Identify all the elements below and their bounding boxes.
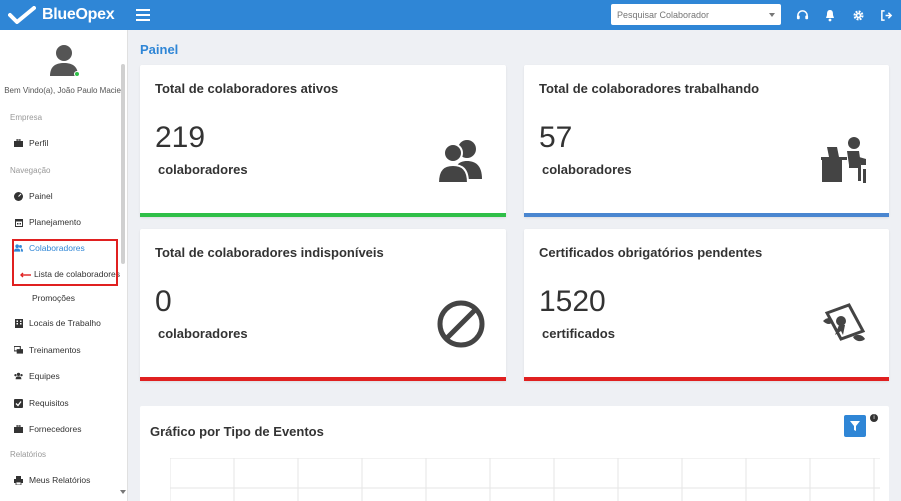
menu-toggle-icon[interactable] xyxy=(136,9,150,21)
sidebar-item-perfil[interactable]: Perfil xyxy=(14,138,48,148)
card-unit: colaboradores xyxy=(158,162,248,177)
checkbox-icon xyxy=(14,398,23,408)
card-value: 0 xyxy=(155,285,172,318)
sidebar-item-equipes[interactable]: Equipes xyxy=(14,371,60,381)
card-value: 57 xyxy=(539,121,573,154)
events-chart-card: Gráfico por Tipo de Eventos i xyxy=(140,406,889,501)
sidebar-item-requisitos[interactable]: Requisitos xyxy=(14,398,69,408)
dashboard-icon xyxy=(14,191,23,201)
sidebar-item-label: Planejamento xyxy=(29,217,81,227)
top-bar: BlueOpex xyxy=(0,0,901,30)
ban-icon xyxy=(437,300,485,348)
page-title: Painel xyxy=(140,42,179,57)
card-unit: colaboradores xyxy=(542,162,632,177)
sidebar-item-label: Locais de Trabalho xyxy=(29,318,101,328)
scroll-down-arrow-icon[interactable] xyxy=(120,490,126,494)
bell-icon[interactable] xyxy=(823,8,837,22)
sidebar-subitem-promocoes[interactable]: Promoções xyxy=(32,293,75,303)
sidebar-item-label: Fornecedores xyxy=(29,424,82,434)
briefcase-icon xyxy=(14,139,23,148)
card-unavailable-collaborators: Total de colaboradores indisponíveis 0 c… xyxy=(140,229,506,381)
sidebar-item-label: Treinamentos xyxy=(29,345,81,355)
search-collaborator-select[interactable] xyxy=(611,4,781,25)
sidebar-item-label: Meus Relatórios xyxy=(29,475,91,485)
section-navegacao: Navegação xyxy=(10,166,51,175)
highlight-annotation xyxy=(12,239,118,286)
card-pending-certificates: Certificados obrigatórios pendentes 1520… xyxy=(524,229,889,381)
section-empresa: Empresa xyxy=(10,113,43,122)
sidebar-item-relatorios[interactable]: Meus Relatórios xyxy=(14,475,90,485)
brand-name: BlueOpex xyxy=(42,6,115,23)
calendar-icon xyxy=(14,218,23,227)
sidebar-item-painel[interactable]: Painel xyxy=(14,191,53,201)
sidebar-item-label: Painel xyxy=(29,191,53,201)
printer-icon xyxy=(14,475,23,485)
online-status-dot xyxy=(73,71,80,77)
sidebar-item-label: Equipes xyxy=(29,371,60,381)
card-status-bar xyxy=(524,213,889,217)
card-unit: certificados xyxy=(542,326,615,341)
card-value: 1520 xyxy=(539,285,606,318)
briefcase-icon xyxy=(14,425,23,434)
search-input[interactable] xyxy=(617,9,757,20)
sidebar-item-locais[interactable]: Locais de Trabalho xyxy=(14,318,101,328)
chart-grid xyxy=(170,458,880,501)
sidebar: Bem Vindo(a), João Paulo Maciel Empresa … xyxy=(0,30,128,501)
sidebar-item-label: Requisitos xyxy=(29,398,69,408)
card-unit: colaboradores xyxy=(158,326,248,341)
welcome-text: Bem Vindo(a), João Paulo Maciel xyxy=(4,86,123,95)
presentation-icon xyxy=(14,346,23,355)
card-status-bar xyxy=(524,377,889,381)
card-status-bar xyxy=(140,213,506,217)
card-active-collaborators: Total de colaboradores ativos 219 colabo… xyxy=(140,65,506,217)
card-status-bar xyxy=(140,377,506,381)
team-icon xyxy=(14,372,23,381)
sidebar-item-fornecedores[interactable]: Fornecedores xyxy=(14,424,81,434)
brand-logo-icon xyxy=(8,6,36,24)
logout-icon[interactable] xyxy=(879,8,893,22)
card-title: Total de colaboradores trabalhando xyxy=(539,81,760,96)
sidebar-item-planejamento[interactable]: Planejamento xyxy=(14,217,81,227)
building-icon xyxy=(14,318,23,328)
info-icon[interactable]: i xyxy=(870,414,878,422)
card-title: Certificados obrigatórios pendentes xyxy=(539,245,763,260)
avatar[interactable] xyxy=(46,42,82,78)
sidebar-scrollbar[interactable] xyxy=(121,64,125,264)
card-value: 219 xyxy=(155,121,206,154)
sidebar-item-treinamentos[interactable]: Treinamentos xyxy=(14,345,81,355)
header-actions xyxy=(795,0,893,30)
card-working-collaborators: Total de colaboradores trabalhando 57 co… xyxy=(524,65,889,217)
certificate-icon xyxy=(823,303,866,342)
sidebar-item-label: Perfil xyxy=(29,138,49,148)
section-relatorios: Relatórios xyxy=(10,450,47,459)
chart-title: Gráfico por Tipo de Eventos xyxy=(150,424,324,439)
card-title: Total de colaboradores indisponíveis xyxy=(155,245,384,260)
brand[interactable]: BlueOpex xyxy=(0,0,128,30)
filter-icon xyxy=(850,421,860,431)
users-icon xyxy=(436,140,482,184)
filter-button[interactable] xyxy=(844,415,866,437)
headset-icon[interactable] xyxy=(795,8,809,22)
worker-desk-icon xyxy=(821,137,866,183)
card-title: Total de colaboradores ativos xyxy=(155,81,339,96)
gear-icon[interactable] xyxy=(851,8,865,22)
chevron-down-icon xyxy=(769,12,775,17)
